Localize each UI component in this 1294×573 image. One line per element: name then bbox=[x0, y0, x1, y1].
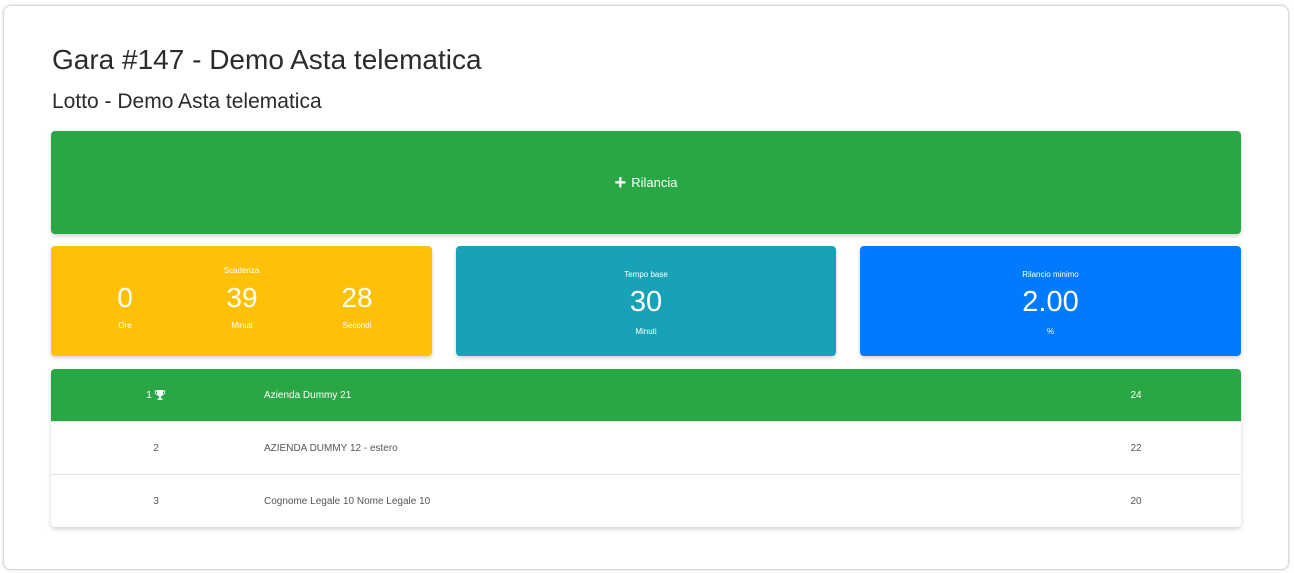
lot-subtitle: Lotto - Demo Asta telematica bbox=[52, 90, 322, 113]
hours-block: 0 Ore bbox=[85, 282, 165, 330]
hours-label: Ore bbox=[118, 321, 132, 330]
company-name: AZIENDA DUMMY 12 - estero bbox=[264, 442, 398, 454]
rank-position: 3 bbox=[153, 495, 159, 507]
base-time-unit: Minuti bbox=[635, 327, 657, 336]
min-bid-value: 2.00 bbox=[1022, 286, 1079, 318]
trophy-icon bbox=[154, 390, 166, 400]
hours-value: 0 bbox=[117, 282, 133, 313]
table-row: 2 AZIENDA DUMMY 12 - estero 22 bbox=[51, 421, 1241, 474]
page-title: Gara #147 - Demo Asta telematica bbox=[52, 44, 482, 75]
base-time-value: 30 bbox=[629, 286, 663, 318]
deadline-title: Scadenza bbox=[223, 266, 260, 275]
minutes-label: Minuti bbox=[231, 321, 253, 330]
plus-icon: + bbox=[614, 171, 627, 194]
seconds-label: Secondi bbox=[342, 321, 372, 330]
min-bid-title: Rilancio minimo bbox=[1022, 270, 1079, 279]
company-name: Azienda Dummy 21 bbox=[264, 389, 352, 401]
base-time-title: Tempo base bbox=[624, 270, 668, 279]
rilancia-label: Rilancia bbox=[631, 175, 678, 190]
rank-position: 2 bbox=[153, 442, 159, 454]
rilancia-button[interactable]: + Rilancia bbox=[51, 131, 1241, 234]
rank-position-cell: 3 bbox=[121, 475, 191, 527]
bid-score: 22 bbox=[1130, 442, 1142, 454]
minutes-block: 39 Minuti bbox=[202, 282, 282, 330]
deadline-card: Scadenza 0 Ore 39 Minuti 28 Secondi bbox=[51, 246, 432, 356]
table-row: 3 Cognome Legale 10 Nome Legale 10 20 bbox=[51, 474, 1241, 527]
table-row: 1 Azienda Dummy 21 24 bbox=[51, 369, 1241, 421]
ranking-table: 1 Azienda Dummy 21 24 2 AZIENDA DUMMY 12… bbox=[51, 369, 1241, 527]
rank-position-cell: 2 bbox=[121, 422, 191, 474]
company-name: Cognome Legale 10 Nome Legale 10 bbox=[264, 495, 431, 507]
bid-score: 24 bbox=[1130, 389, 1142, 401]
base-time-card: Tempo base 30 Minuti bbox=[456, 246, 836, 356]
seconds-value: 28 bbox=[341, 282, 373, 313]
rank-position-cell: 1 bbox=[121, 369, 191, 421]
bid-score: 20 bbox=[1130, 495, 1142, 507]
seconds-block: 28 Secondi bbox=[317, 282, 397, 330]
rank-position: 1 bbox=[146, 389, 152, 401]
min-bid-unit: % bbox=[1046, 327, 1055, 336]
min-bid-card: Rilancio minimo 2.00 % bbox=[860, 246, 1241, 356]
minutes-value: 39 bbox=[226, 282, 258, 313]
